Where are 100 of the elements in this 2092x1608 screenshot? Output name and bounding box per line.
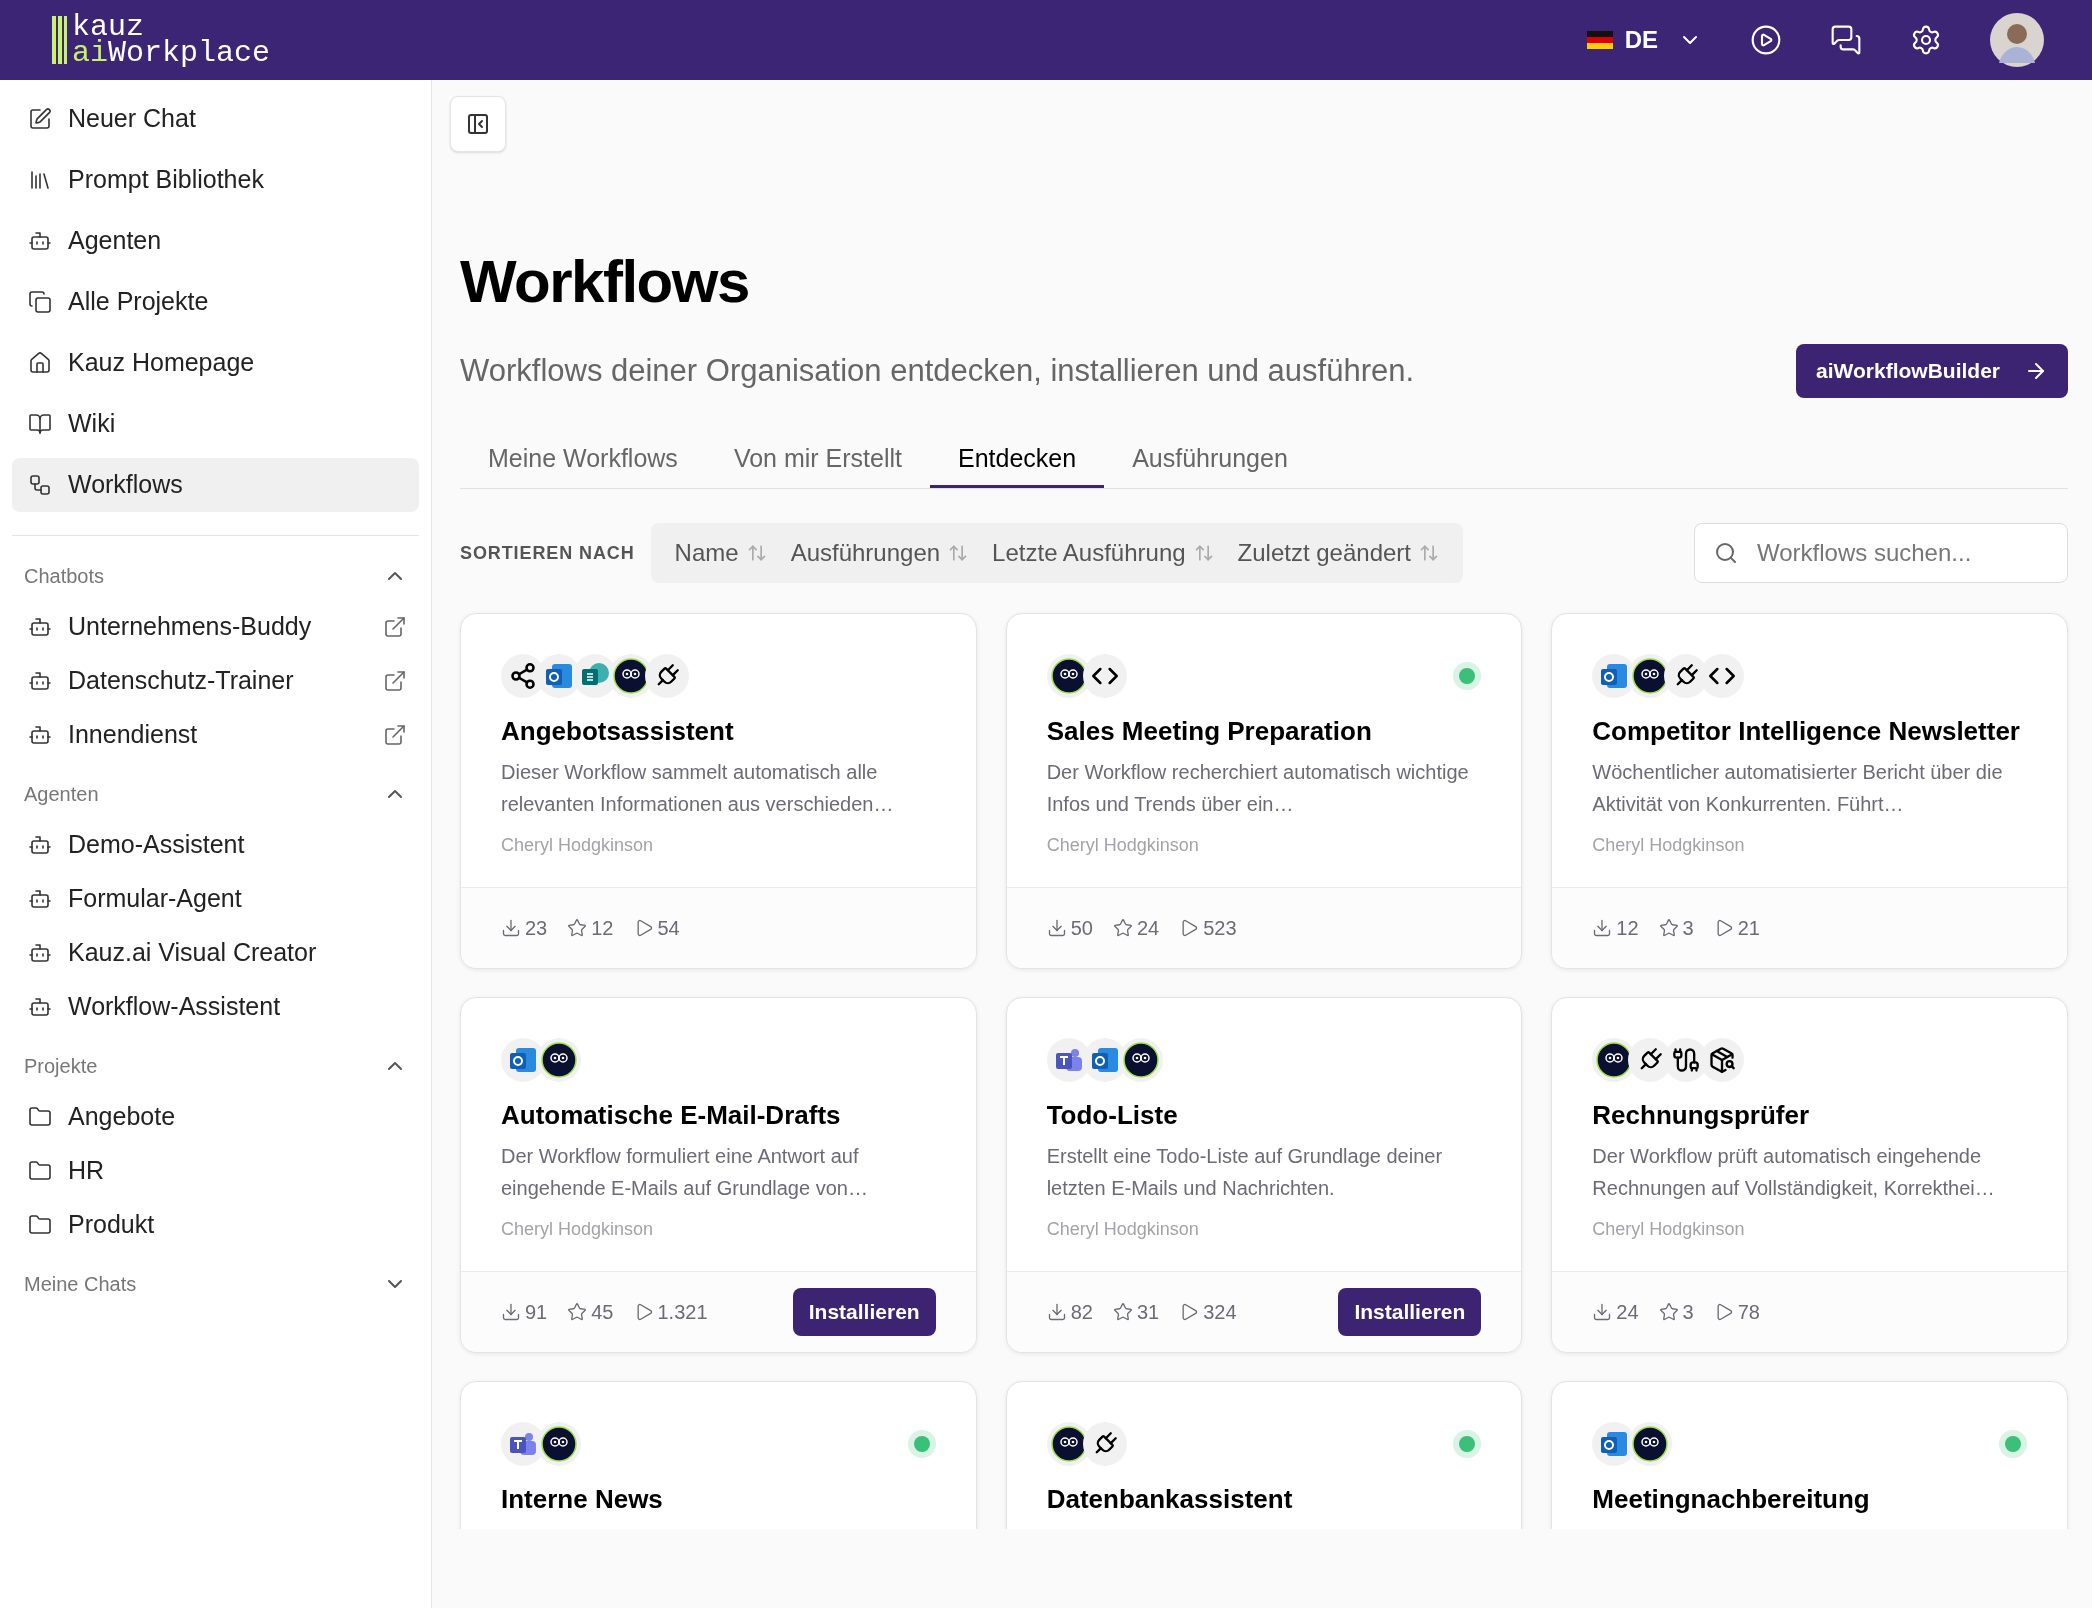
- nav-item[interactable]: Innendienst: [12, 708, 214, 762]
- nav-item[interactable]: Kauz.ai Visual Creator: [12, 926, 333, 980]
- folders-icon: [28, 290, 52, 314]
- chat-icon[interactable]: [1830, 24, 1862, 56]
- network-icon: [509, 662, 537, 690]
- workflow-card[interactable]: Datenbankassistent: [1005, 1381, 1523, 1529]
- language-selector[interactable]: DE: [1586, 22, 1702, 58]
- play-icon[interactable]: [1750, 24, 1782, 56]
- mail-app-icon: [544, 661, 574, 691]
- nav-item[interactable]: Workflow-Assistent: [12, 980, 297, 1034]
- nav-item[interactable]: Datenschutz-Trainer: [12, 654, 310, 708]
- nav-item[interactable]: Unternehmens-Buddy: [12, 600, 328, 654]
- install-button[interactable]: Installieren: [1338, 1288, 1482, 1336]
- section-header[interactable]: Projekte: [12, 1042, 419, 1090]
- workflow-author: Cheryl Hodgkinson: [1046, 1218, 1200, 1241]
- external-link-icon[interactable]: [383, 669, 407, 693]
- workflow-title: Datenbankassistent: [1046, 1483, 1294, 1516]
- nav-item[interactable]: Formular-Agent: [12, 872, 258, 926]
- folder-icon: [28, 1159, 52, 1183]
- sort-option[interactable]: Ausführungen: [778, 535, 981, 571]
- workflow-card[interactable]: Rechnungsprüfer Der Workflow prüft automatisch eingehende Rechnungen auf Vollständigkeit, Korrekthei… Cheryl Hodgkinson 24 3 78: [1551, 997, 2068, 1353]
- panel-icon: [466, 112, 490, 136]
- tab[interactable]: Entdecken: [930, 432, 1105, 488]
- package-icon: [1708, 1046, 1737, 1074]
- search-field[interactable]: Workflows suchen...: [1694, 523, 2068, 583]
- tab[interactable]: Von mir Erstellt: [705, 432, 930, 488]
- install-count: 91: [525, 1300, 548, 1325]
- tab[interactable]: Ausführungen: [1104, 432, 1316, 488]
- external-link-icon[interactable]: [383, 615, 407, 639]
- page-title: Workflows: [460, 252, 750, 312]
- download-icon: [501, 918, 521, 938]
- section-header[interactable]: Agenten: [12, 770, 419, 818]
- workflow-author: Cheryl Hodgkinson: [1592, 1218, 1746, 1241]
- nav-item[interactable]: Workflows: [12, 458, 419, 512]
- star-icon: [1112, 1302, 1133, 1322]
- sort-label: SORTIEREN NACH: [460, 541, 635, 565]
- external-link-icon[interactable]: [383, 723, 407, 747]
- nav-item[interactable]: Demo-Assistent: [12, 818, 261, 872]
- star-icon: [567, 918, 588, 938]
- nav-item[interactable]: Angebote: [12, 1090, 192, 1144]
- workflow-title: Competitor Intelligence Newsletter: [1592, 715, 2021, 748]
- sort-option[interactable]: Name: [662, 535, 779, 571]
- workflow-card[interactable]: Meetingnachbereitung: [1551, 1381, 2068, 1529]
- nav-item[interactable]: HR: [12, 1144, 121, 1198]
- section-header[interactable]: Chatbots: [12, 552, 419, 600]
- run-count: 21: [1737, 916, 1760, 941]
- owl-icon: [613, 658, 649, 694]
- workflow-description: Erstellt eine Todo-Liste auf Grundlage deiner letzten E-Mails und Nachrichten.: [1046, 1144, 1444, 1201]
- tab[interactable]: Meine Workflows: [460, 432, 706, 488]
- nav-item[interactable]: Produkt: [12, 1198, 171, 1252]
- section-header[interactable]: Meine Chats: [12, 1260, 419, 1308]
- builder-button[interactable]: aiWorkflowBuilder: [1796, 344, 2068, 398]
- workflow-card[interactable]: Angebotsassistent Dieser Workflow sammelt automatisch alle relevanten Informationen aus verschieden… Cheryl Hodgkinson 23 12 54: [460, 613, 977, 969]
- download-icon: [1046, 918, 1067, 938]
- run-count: 1.321: [657, 1300, 708, 1325]
- star-icon: [1658, 918, 1679, 938]
- workflow-card[interactable]: Interne News: [460, 1381, 977, 1529]
- install-button[interactable]: Installieren: [792, 1288, 936, 1336]
- star-count: 45: [591, 1300, 614, 1325]
- sort-option[interactable]: Letzte Ausführung: [980, 535, 1226, 571]
- folder-icon: [28, 1105, 52, 1129]
- owl-icon: [1050, 658, 1087, 694]
- nav-item[interactable]: Wiki: [12, 397, 419, 451]
- owl-icon: [541, 1042, 577, 1078]
- workflow-icon: [28, 473, 52, 497]
- download-icon: [1592, 1302, 1613, 1322]
- star-count: 12: [591, 916, 614, 941]
- settings-icon[interactable]: [1910, 24, 1942, 56]
- star-icon: [1658, 1302, 1679, 1322]
- workflow-author: Cheryl Hodgkinson: [1046, 834, 1200, 857]
- sort-icon: [948, 543, 969, 563]
- search-icon: [1714, 541, 1738, 565]
- star-count: 24: [1136, 916, 1160, 941]
- sort-option[interactable]: Zuletzt geändert: [1225, 535, 1451, 571]
- workflow-description: Der Workflow recherchiert automatisch wichtige Infos und Trends über ein…: [1046, 760, 1470, 817]
- nav-item[interactable]: Neuer Chat: [12, 92, 419, 146]
- workflow-title: Interne News: [501, 1483, 664, 1516]
- collapse-sidebar-button[interactable]: [450, 96, 506, 152]
- install-count: 82: [1070, 1300, 1093, 1325]
- avatar[interactable]: [1990, 13, 2044, 67]
- workflow-card[interactable]: Sales Meeting Preparation Der Workflow recherchiert automatisch wichtige Infos und Trends über ein… Cheryl Hodgkinson 50 24 523: [1005, 613, 1523, 969]
- logo-accent-text: ai: [72, 40, 108, 66]
- download-icon: [1046, 1302, 1067, 1322]
- nav-item[interactable]: Agenten: [12, 214, 419, 268]
- install-count: 23: [525, 916, 548, 941]
- workflow-card[interactable]: Competitor Intelligence Newsletter Wöchentlicher automatisierter Bericht über die Aktivität von Konkurrenten. Führt… Cheryl Hodgkinson 12 3 21: [1551, 613, 2068, 969]
- workflow-card[interactable]: Todo-Liste Erstellt eine Todo-Liste auf Grundlage deiner letzten E-Mails und Nachrichten. Cheryl Hodgkinson 82 31 324 Installieren: [1005, 997, 1523, 1353]
- sort-icon: [1193, 543, 1214, 563]
- flag-icon: [1586, 31, 1613, 49]
- sort-icon: [1419, 543, 1439, 563]
- workflow-title: Angebotsassistent: [501, 715, 735, 748]
- nav-item[interactable]: Kauz Homepage: [12, 336, 419, 390]
- book-icon: [28, 412, 52, 436]
- nav-item[interactable]: Alle Projekte: [12, 275, 419, 329]
- workflow-description: Wöchentlicher automatisierter Bericht über die Aktivität von Konkurrenten. Führt…: [1592, 760, 2004, 817]
- nav-item[interactable]: Prompt Bibliothek: [12, 153, 419, 207]
- run-count: 324: [1203, 1300, 1237, 1325]
- workflow-card[interactable]: Automatische E-Mail-Drafts Der Workflow formuliert eine Antwort auf eingehende E-Mails auf Grundlage von… Cheryl Hodgkinson 91 45 1.321 Installieren: [460, 997, 977, 1353]
- workflow-title: Todo-Liste: [1046, 1099, 1179, 1132]
- workflow-title: Automatische E-Mail-Drafts: [501, 1099, 842, 1132]
